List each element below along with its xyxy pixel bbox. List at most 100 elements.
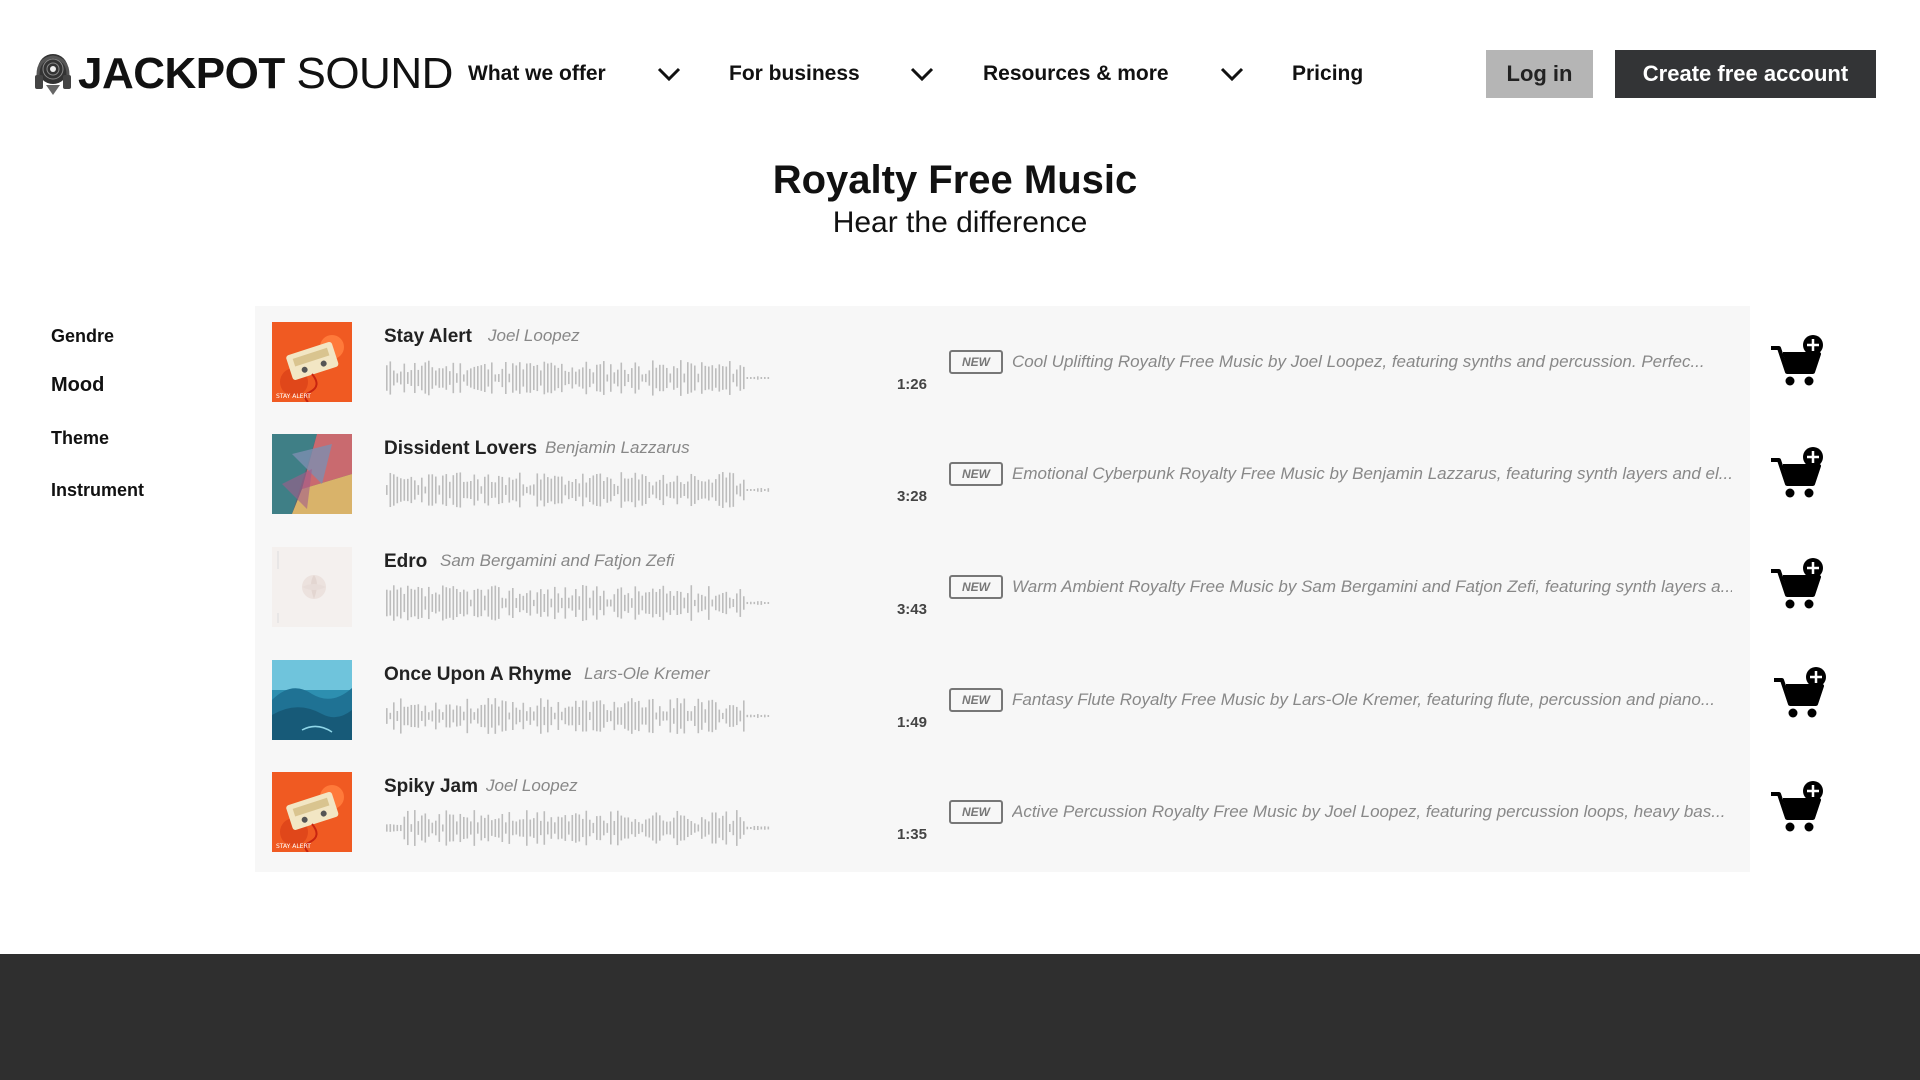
waveform-bar: [477, 708, 479, 724]
track-row[interactable]: Edro Sam Bergamini and Fatjon Zefi 3:43 …: [255, 531, 1823, 643]
nav-resources-more[interactable]: Resources & more: [983, 56, 1169, 92]
track-row[interactable]: Dissident Lovers Benjamin Lazzarus 3:28 …: [255, 418, 1823, 530]
waveform-bar: [431, 367, 434, 389]
waveform[interactable]: [384, 358, 779, 398]
album-cover[interactable]: [272, 660, 352, 740]
waveform-bar: [592, 372, 595, 384]
track-row[interactable]: Once Upon A Rhyme Lars-Ole Kremer 1:49 N…: [255, 644, 1826, 756]
album-cover[interactable]: STAY ALERT: [272, 772, 352, 852]
waveform-bar: [554, 365, 556, 391]
chevron-down-icon[interactable]: [909, 64, 935, 84]
blue-landscape-cover-art: [272, 660, 352, 740]
waveform-bar: [414, 480, 416, 500]
cart-plus-icon[interactable]: [1772, 666, 1828, 722]
waveform-bar: [662, 585, 665, 621]
waveform-bar: [396, 589, 399, 617]
track-title[interactable]: Once Upon A Rhyme: [384, 664, 572, 686]
waveform-bar: [536, 364, 539, 392]
waveform[interactable]: [384, 470, 779, 510]
waveform-bar: [662, 711, 665, 721]
waveform-bar: [487, 589, 490, 617]
create-account-button[interactable]: Create free account: [1615, 50, 1876, 98]
filter-theme[interactable]: Theme: [51, 428, 109, 449]
waveform-bar: [484, 595, 486, 611]
waveform-bar: [673, 817, 675, 839]
filter-mood[interactable]: Mood: [51, 374, 104, 397]
waveform-bar: [736, 810, 738, 846]
waveform-bar: [505, 822, 507, 834]
waveform-bar: [704, 481, 707, 499]
waveform-bar: [536, 473, 539, 507]
album-cover[interactable]: [272, 547, 352, 627]
waveform-bar: [585, 700, 588, 732]
waveform-bar: [613, 594, 616, 612]
waveform-bar: [519, 593, 521, 613]
waveform-bar: [512, 702, 514, 730]
waveform-bar: [449, 481, 451, 499]
waveform-bar: [753, 714, 756, 718]
track-title[interactable]: Stay Alert: [384, 326, 472, 348]
waveform-bar: [410, 704, 413, 728]
waveform-bar: [431, 474, 434, 506]
waveform-bar: [410, 476, 413, 504]
waveform-bar: [596, 700, 598, 732]
waveform-bar: [519, 472, 521, 508]
waveform-bar: [659, 589, 661, 617]
cart-plus-icon[interactable]: [1769, 557, 1825, 613]
track-title[interactable]: Dissident Lovers: [384, 438, 537, 460]
waveform-bar: [473, 810, 476, 846]
waveform[interactable]: [384, 696, 779, 736]
waveform-bar: [662, 820, 665, 836]
waveform-bar: [396, 710, 399, 722]
waveform-bar: [767, 826, 770, 830]
waveform-bar: [620, 815, 623, 841]
waveform-bar: [729, 597, 731, 609]
waveform-bar: [736, 485, 738, 495]
waveform-bar: [498, 475, 500, 505]
cart-plus-icon[interactable]: [1769, 334, 1825, 390]
waveform-bar: [697, 593, 700, 613]
waveform-bar: [442, 824, 444, 832]
waveform-bar: [550, 598, 553, 608]
waveform[interactable]: [384, 583, 779, 623]
track-artist[interactable]: Lars-Ole Kremer: [584, 664, 710, 684]
track-artist[interactable]: Benjamin Lazzarus: [545, 438, 690, 458]
chevron-down-icon[interactable]: [656, 64, 682, 84]
waveform-bar: [494, 482, 497, 498]
waveform-bar: [753, 601, 756, 605]
nav-what-we-offer[interactable]: What we offer: [468, 56, 606, 92]
waveform-bar: [764, 714, 766, 718]
waveform-bar: [666, 483, 668, 497]
album-cover[interactable]: [272, 434, 352, 514]
waveform-bar: [452, 814, 455, 842]
waveform-bar: [687, 593, 689, 613]
track-artist[interactable]: Joel Loopez: [486, 776, 578, 796]
nav-pricing[interactable]: Pricing: [1292, 56, 1363, 92]
waveform-bar: [407, 585, 409, 621]
track-artist[interactable]: Sam Bergamini and Fatjon Zefi: [440, 551, 674, 571]
filter-instrument[interactable]: Instrument: [51, 480, 144, 501]
waveform-bar: [669, 482, 672, 498]
track-title[interactable]: Edro: [384, 551, 427, 573]
waveform-bar: [389, 712, 392, 720]
waveform-bar: [533, 599, 535, 607]
filter-genre[interactable]: Gendre: [51, 326, 114, 347]
cart-plus-icon[interactable]: [1769, 446, 1825, 502]
album-cover[interactable]: STAY ALERT: [272, 322, 352, 402]
track-title[interactable]: Spiky Jam: [384, 776, 478, 798]
waveform-bar: [428, 712, 430, 720]
track-artist[interactable]: Joel Loopez: [488, 326, 580, 346]
cart-plus-icon[interactable]: [1769, 780, 1825, 836]
login-button[interactable]: Log in: [1486, 50, 1593, 98]
waveform-bar: [592, 590, 595, 616]
waveform-bar: [445, 704, 448, 728]
waveform-bar: [456, 821, 458, 835]
waveform[interactable]: [384, 808, 779, 848]
waveform-bar: [540, 820, 542, 836]
chevron-down-icon[interactable]: [1219, 64, 1245, 84]
nav-for-business[interactable]: For business: [729, 56, 860, 92]
track-row[interactable]: STAY ALERT Spiky Jam Joel Loopez 1:35 NE…: [255, 756, 1823, 868]
waveform-bar: [442, 475, 444, 505]
waveform-bar: [627, 478, 630, 502]
track-row[interactable]: STAY ALERT Stay Alert Joel Loopez 1:26 N…: [255, 306, 1823, 418]
